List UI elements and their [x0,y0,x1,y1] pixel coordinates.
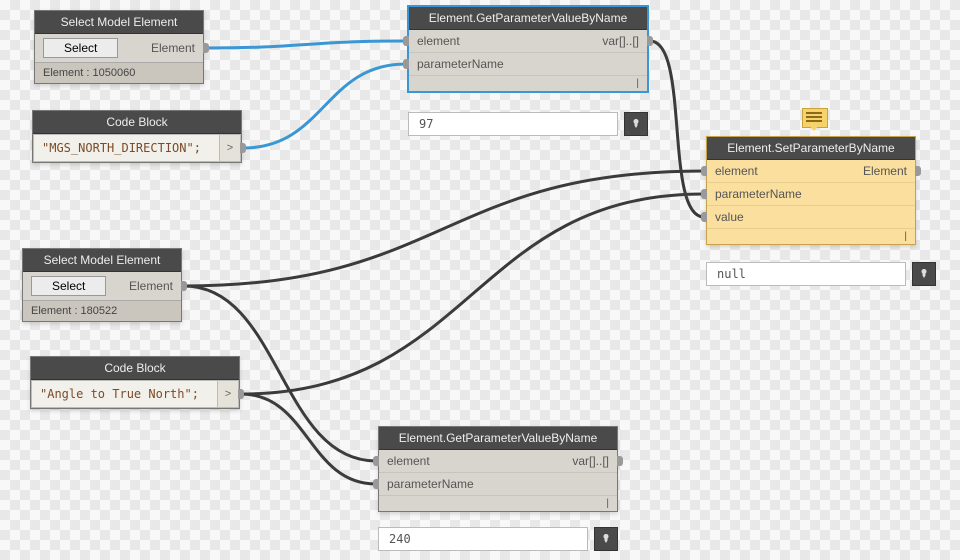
node-select-model-element-1[interactable]: Select Model Element Select Element Elem… [34,10,204,84]
pin-icon [918,268,930,280]
wire[interactable] [206,41,406,48]
node-set-parameter-by-name[interactable]: Element.SetParameterByName element Eleme… [706,136,916,245]
output-value: 240 [378,527,588,551]
node-get-parameter-value-2[interactable]: Element.GetParameterValueByName element … [378,426,618,512]
node-code-block-2[interactable]: Code Block "Angle to True North"; > [30,356,240,409]
code-text[interactable]: "MGS_NORTH_DIRECTION"; [33,134,219,162]
output-port[interactable] [203,43,209,53]
select-button[interactable]: Select [43,38,118,58]
input-row-element: element var[]..[] [379,450,617,473]
output-value: 97 [408,112,618,136]
input-row-parametername: parameterName [707,183,915,206]
status-text: Element : 180522 [23,300,181,321]
pin-output-button[interactable] [594,527,618,551]
output-port-label: var[]..[] [572,454,609,468]
input-port[interactable] [373,479,379,489]
select-row: Select Element [23,272,181,300]
wire[interactable] [184,171,704,286]
node-code-block-1[interactable]: Code Block "MGS_NORTH_DIRECTION"; > [32,110,242,163]
node-title: Element.GetParameterValueByName [379,427,617,450]
output-port-label: var[]..[] [602,34,639,48]
wire[interactable] [241,194,704,394]
node-title: Element.GetParameterValueByName [409,7,647,30]
wire[interactable] [241,394,376,484]
warning-note-icon[interactable] [802,108,826,130]
port-label: parameterName [387,477,474,491]
status-text: Element : 1050060 [35,62,203,83]
select-button[interactable]: Select [31,276,106,296]
pin-output-button[interactable] [624,112,648,136]
node-get-parameter-value-1[interactable]: Element.GetParameterValueByName element … [408,6,648,92]
pin-output-button[interactable] [912,262,936,286]
input-port[interactable] [701,212,707,222]
wire[interactable] [243,64,406,148]
input-port[interactable] [403,36,409,46]
pin-icon [630,118,642,130]
output-preview-2: 240 [378,527,618,551]
output-preview-1: 97 [408,112,648,136]
input-row-element: element Element [707,160,915,183]
node-title: Code Block [33,111,241,134]
pin-icon [600,533,612,545]
output-port-label: Element [863,164,907,178]
output-port[interactable] [915,166,921,176]
node-title: Select Model Element [23,249,181,272]
lacing-indicator: | [379,496,617,511]
output-port[interactable] [617,456,623,466]
node-select-model-element-2[interactable]: Select Model Element Select Element Elem… [22,248,182,322]
output-port-label: Element [151,41,195,55]
output-port-label: Element [129,279,173,293]
node-title: Select Model Element [35,11,203,34]
code-text[interactable]: "Angle to True North"; [31,380,217,408]
output-port[interactable] [238,389,244,399]
port-label: value [715,210,744,224]
input-row-parametername: parameterName [379,473,617,496]
output-port[interactable] [647,36,653,46]
input-port[interactable] [403,59,409,69]
input-row-value: value [707,206,915,229]
output-preview-set: null [706,262,936,286]
port-label: parameterName [715,187,802,201]
output-value: null [706,262,906,286]
input-port[interactable] [701,166,707,176]
wire[interactable] [650,41,704,217]
input-port[interactable] [701,189,707,199]
input-row-element: element var[]..[] [409,30,647,53]
select-row: Select Element [35,34,203,62]
port-label: element [387,454,430,468]
code-output-port[interactable]: > [217,380,239,408]
node-title: Element.SetParameterByName [707,137,915,160]
input-row-parametername: parameterName [409,53,647,76]
output-port[interactable] [181,281,187,291]
port-label: parameterName [417,57,504,71]
port-label: element [715,164,758,178]
port-label: element [417,34,460,48]
input-port[interactable] [373,456,379,466]
output-port[interactable] [240,143,246,153]
lacing-indicator: | [409,76,647,91]
lacing-indicator: | [707,229,915,244]
node-title: Code Block [31,357,239,380]
code-output-port[interactable]: > [219,134,241,162]
